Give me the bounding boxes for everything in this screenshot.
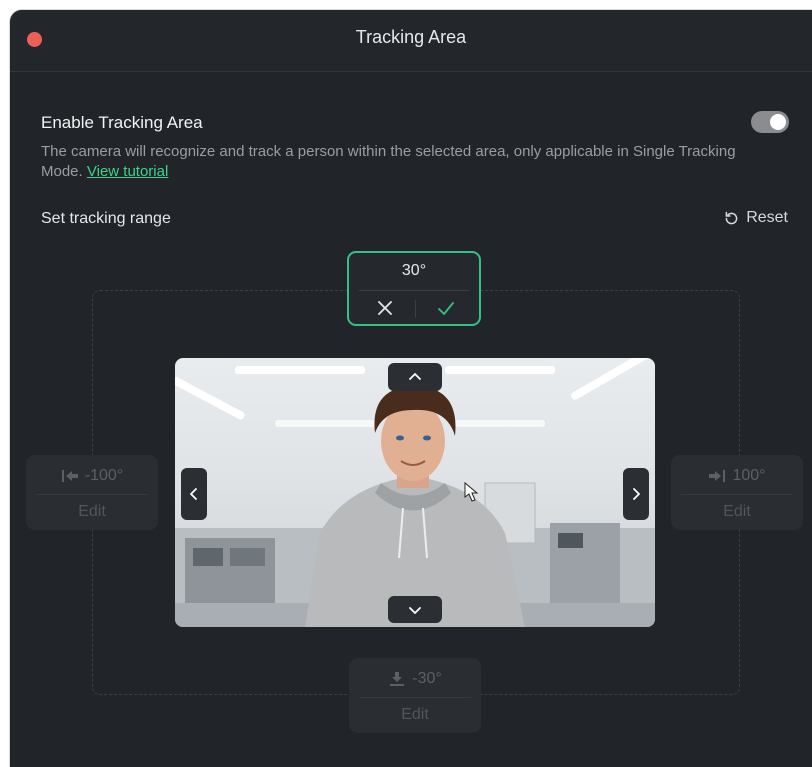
right-edit-button[interactable]: Edit [671,503,803,521]
divider [36,494,148,495]
chevron-up-icon [409,373,421,380]
camera-preview[interactable] [175,358,655,627]
left-edit-button[interactable]: Edit [26,503,158,521]
arrow-down-to-bar-icon [390,672,405,686]
move-left-button[interactable] [181,468,207,520]
divider [681,494,793,495]
view-tutorial-link[interactable]: View tutorial [87,163,168,180]
right-limit-value: 100° [732,467,766,484]
left-limit-editor: -100° Edit [26,455,158,530]
enable-tracking-label: Enable Tracking Area [41,113,203,132]
divider [359,697,471,698]
reset-button[interactable]: Reset [723,209,788,227]
tracking-description: The camera will recognize and track a pe… [41,142,771,182]
tracking-range-label: Set tracking range [41,210,171,227]
left-limit-value-row: -100° [26,467,158,485]
enable-tracking-toggle[interactable] [751,111,789,133]
bottom-limit-editor: -30° Edit [349,658,481,733]
divider [359,290,469,291]
reset-icon [725,211,738,224]
tracking-area-window: Tracking Area Enable Tracking Area The c… [10,10,812,767]
bottom-edit-button[interactable]: Edit [349,706,481,724]
left-limit-value: -100° [84,467,124,484]
arrow-left-to-bar-icon [61,470,78,482]
move-right-button[interactable] [623,468,649,520]
reset-label: Reset [746,209,788,226]
top-limit-value: 30° [401,262,427,279]
chevron-right-icon [633,488,640,500]
chevron-down-icon [409,606,421,614]
close-icon[interactable] [374,297,396,319]
check-icon[interactable] [435,297,457,319]
window-title: Tracking Area [355,27,467,47]
move-down-button[interactable] [388,596,442,623]
right-limit-value-row: 100° [671,467,803,485]
arrow-right-to-bar-icon [709,470,726,482]
divider [415,300,416,318]
right-limit-editor: 100° Edit [671,455,803,530]
camera-preview-image [175,358,655,627]
bottom-limit-value-row: -30° [349,670,481,688]
title-bar: Tracking Area [10,10,812,72]
bottom-limit-value: -30° [412,670,442,687]
toggle-knob [770,114,786,130]
chevron-left-icon [190,488,197,500]
move-up-button[interactable] [388,363,442,391]
top-limit-editor: 30° [347,251,481,326]
